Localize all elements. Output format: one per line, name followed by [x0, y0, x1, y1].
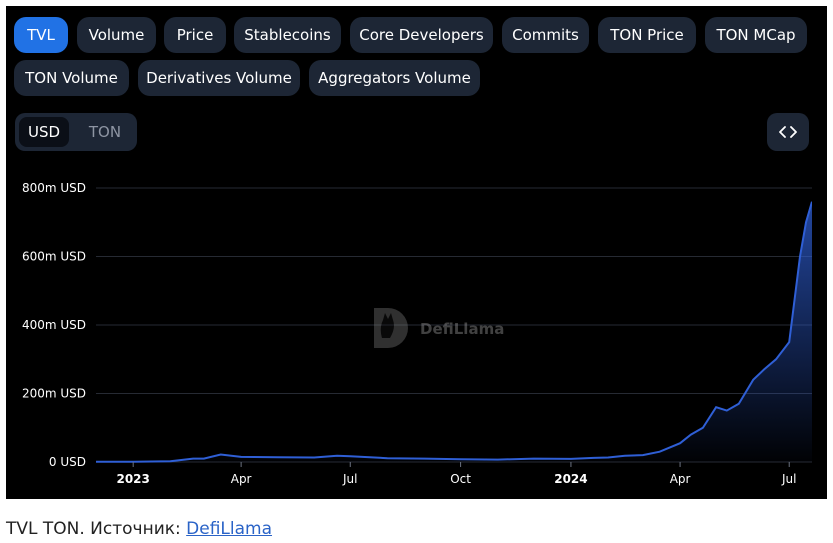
- x-tick-label: 2023: [116, 472, 149, 486]
- tab-stablecoins[interactable]: Stablecoins: [234, 17, 341, 53]
- currency-option-usd[interactable]: USD: [19, 117, 69, 147]
- y-tick-label: 0 USD: [49, 455, 86, 469]
- y-tick-label: 800m USD: [22, 181, 86, 195]
- tvl-chart: DefiLlama 0 USD 200m USD 400m USD 600m USD 8…: [22, 181, 812, 486]
- x-tick-label: Apr: [670, 472, 691, 486]
- caption-text: TVL TON. Источник:: [6, 519, 187, 539]
- tab-tvl[interactable]: TVL: [14, 17, 68, 53]
- watermark: DefiLlama: [374, 308, 504, 348]
- embed-button[interactable]: [767, 113, 809, 151]
- tab-commits[interactable]: Commits: [502, 17, 589, 53]
- x-tick-label: Oct: [450, 472, 471, 486]
- tab-ton-volume[interactable]: TON Volume: [14, 60, 129, 96]
- chart-panel: TVL Volume Price Stablecoins Core Develo…: [6, 6, 827, 499]
- watermark-text: DefiLlama: [420, 320, 504, 338]
- x-tick-label: Jul: [342, 472, 357, 486]
- tab-derivatives-volume[interactable]: Derivatives Volume: [138, 60, 300, 96]
- x-tick-label: 2024: [554, 472, 587, 486]
- tab-ton-mcap[interactable]: TON MCap: [705, 17, 807, 53]
- x-tick-label: Apr: [231, 472, 252, 486]
- currency-option-ton[interactable]: TON: [77, 117, 133, 147]
- tab-volume[interactable]: Volume: [77, 17, 156, 53]
- y-tick-label: 400m USD: [22, 318, 86, 332]
- tab-aggregators-volume[interactable]: Aggregators Volume: [309, 60, 480, 96]
- tab-core-developers[interactable]: Core Developers: [350, 17, 493, 53]
- y-tick-label: 600m USD: [22, 250, 86, 264]
- tab-ton-price[interactable]: TON Price: [598, 17, 696, 53]
- y-tick-label: 200m USD: [22, 387, 86, 401]
- source-link[interactable]: DefiLlama: [186, 519, 272, 539]
- currency-toggle: USD TON: [15, 113, 137, 151]
- caption: TVL TON. Источник: DefiLlama: [6, 519, 272, 539]
- llama-logo-icon: [374, 308, 408, 348]
- code-brackets-icon: [779, 126, 797, 138]
- x-tick-label: Jul: [781, 472, 796, 486]
- tab-price[interactable]: Price: [164, 17, 226, 53]
